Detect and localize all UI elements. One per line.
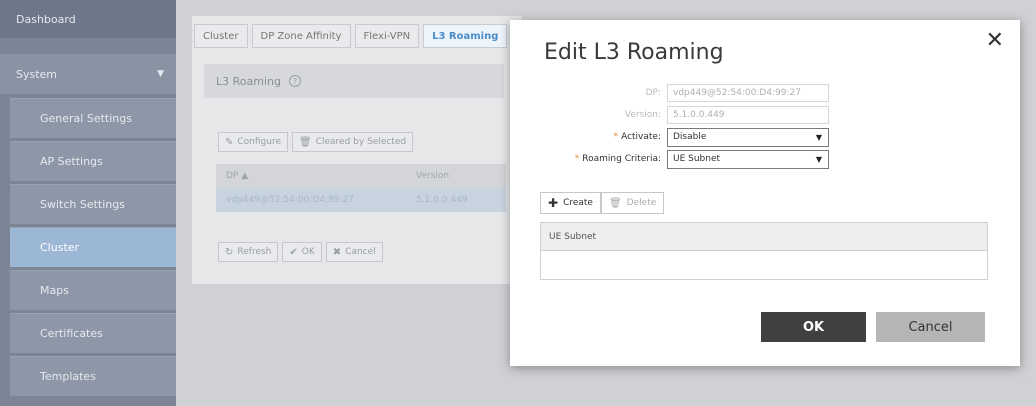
activate-label-text: Activate: — [621, 132, 661, 142]
version-label: Version: — [624, 110, 661, 120]
roaming-criteria-row: * Roaming Criteria: UE Subnet ▼ — [510, 149, 1020, 169]
tab-dp-zone-affinity[interactable]: DP Zone Affinity — [251, 24, 351, 48]
close-icon[interactable]: ✕ — [986, 28, 1004, 53]
cell-dp: vdp449@52:54:00:D4:99:27 — [226, 195, 355, 205]
column-header-dp[interactable]: DP ▲ — [216, 171, 416, 181]
activate-label: * Activate: — [510, 132, 667, 142]
column-header-version[interactable]: Version — [416, 171, 506, 181]
tab-flexi-vpn[interactable]: Flexi-VPN — [354, 24, 420, 48]
panel-ok-label: OK — [301, 247, 315, 257]
sidebar-item-dashboard[interactable]: Dashboard — [0, 0, 176, 38]
panel-footer: ↻ Refresh ✔ OK ✖ Cancel — [218, 242, 387, 262]
edit-l3-roaming-dialog: Edit L3 Roaming ✕ DP: vdp449@52:54:00:D4… — [510, 20, 1020, 366]
tab-cluster[interactable]: Cluster — [194, 24, 248, 48]
dp-row: DP: vdp449@52:54:00:D4:99:27 — [510, 83, 1020, 103]
activate-row: * Activate: Disable ▼ — [510, 127, 1020, 147]
tab-l3-roaming[interactable]: L3 Roaming — [423, 24, 508, 48]
trash-icon: 🗑 — [609, 197, 622, 209]
sidebar-item-ap-settings[interactable]: AP Settings — [10, 141, 176, 181]
sidebar-item-label: Maps — [40, 284, 69, 297]
dropdown-arrow-icon: ▼ — [815, 154, 822, 164]
ok-button[interactable]: OK — [761, 312, 866, 342]
panel-header: L3 Roaming ? — [204, 64, 504, 98]
cleared-by-selected-button[interactable]: 🗑 Cleared by Selected — [292, 132, 414, 152]
grid-toolbar: ✎ Configure 🗑 Cleared by Selected — [218, 132, 417, 152]
sidebar-item-system[interactable]: System ▼ — [0, 54, 176, 94]
cleared-label: Cleared by Selected — [315, 137, 407, 147]
required-marker: * — [574, 154, 580, 164]
sidebar-item-certificates[interactable]: Certificates — [10, 313, 176, 353]
sidebar: Dashboard System ▼ General Settings AP S… — [0, 0, 176, 406]
criteria-label-text: Roaming Criteria: — [582, 154, 661, 164]
version-field: 5.1.0.0.449 — [667, 106, 829, 124]
sidebar-item-label: Dashboard — [16, 12, 76, 26]
dp-field: vdp449@52:54:00:D4:99:27 — [667, 84, 829, 102]
cancel-button[interactable]: Cancel — [876, 312, 985, 342]
sidebar-item-templates[interactable]: Templates — [10, 356, 176, 396]
dp-label: DP: — [645, 88, 661, 98]
roaming-criteria-label: * Roaming Criteria: — [510, 154, 667, 164]
cell-version: 5.1.0.0.449 — [416, 195, 468, 205]
help-icon[interactable]: ? — [288, 75, 301, 87]
tab-bar: Cluster DP Zone Affinity Flexi-VPN L3 Ro… — [194, 24, 511, 48]
create-button[interactable]: ✚ Create — [540, 192, 601, 214]
sidebar-item-label: AP Settings — [40, 155, 103, 168]
create-label: Create — [563, 198, 593, 208]
sidebar-item-general-settings[interactable]: General Settings — [10, 98, 176, 138]
pencil-icon: ✎ — [225, 136, 234, 148]
activate-select[interactable]: Disable ▼ — [667, 127, 829, 147]
sidebar-item-label: Switch Settings — [40, 198, 125, 211]
refresh-icon: ↻ — [225, 246, 234, 258]
configure-button[interactable]: ✎ Configure — [218, 132, 289, 152]
caret-down-icon: ▼ — [157, 69, 164, 79]
sidebar-item-label: General Settings — [40, 112, 132, 125]
sidebar-item-label: System — [16, 67, 58, 81]
sidebar-item-label: Certificates — [40, 327, 103, 340]
column-header-ue-subnet: UE Subnet — [541, 223, 987, 251]
panel-cancel-button[interactable]: ✖ Cancel — [325, 242, 383, 262]
criteria-value: UE Subnet — [673, 154, 721, 164]
dropdown-arrow-icon: ▼ — [815, 132, 822, 142]
sidebar-item-label: Templates — [40, 370, 96, 383]
plus-icon: ✚ — [548, 196, 559, 210]
trash-icon: 🗑 — [299, 136, 312, 148]
panel-cancel-label: Cancel — [345, 247, 376, 257]
version-row: Version: 5.1.0.0.449 — [510, 105, 1020, 125]
sort-asc-icon: ▲ — [241, 171, 249, 181]
sidebar-item-cluster[interactable]: Cluster — [10, 227, 176, 267]
grid-header: DP ▲ Version — [216, 164, 506, 188]
configure-label: Configure — [237, 137, 282, 147]
required-marker: * — [613, 132, 619, 142]
check-icon: ✔ — [289, 246, 298, 258]
table-row[interactable]: vdp449@52:54:00:D4:99:27 5.1.0.0.449 — [216, 188, 506, 212]
activate-value: Disable — [673, 132, 707, 142]
sidebar-item-maps[interactable]: Maps — [10, 270, 176, 310]
sidebar-item-switch-settings[interactable]: Switch Settings — [10, 184, 176, 224]
x-icon: ✖ — [332, 246, 342, 258]
sidebar-item-label: Cluster — [40, 241, 80, 254]
roaming-criteria-select[interactable]: UE Subnet ▼ — [667, 149, 829, 169]
panel-title: L3 Roaming — [216, 74, 281, 88]
panel-ok-button[interactable]: ✔ OK — [282, 242, 322, 262]
refresh-label: Refresh — [237, 247, 272, 257]
column-dp-label: DP — [226, 171, 239, 181]
ue-subnet-table: UE Subnet — [540, 222, 988, 280]
dialog-title: Edit L3 Roaming — [544, 40, 724, 65]
delete-button[interactable]: 🗑 Delete — [601, 192, 665, 214]
refresh-button[interactable]: ↻ Refresh — [218, 242, 279, 262]
delete-label: Delete — [626, 198, 657, 208]
